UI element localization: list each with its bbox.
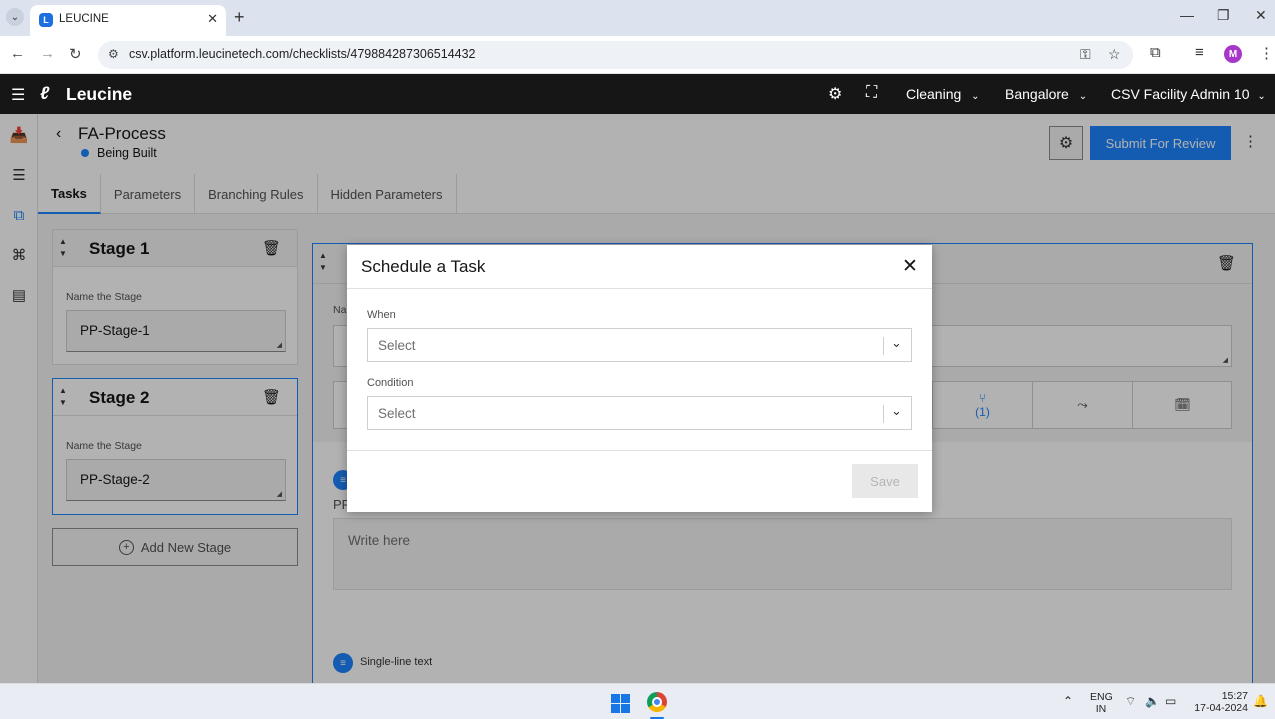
when-label: When — [367, 309, 396, 321]
tray-overflow-icon[interactable]: ⌃ — [1063, 694, 1073, 708]
minimize-icon[interactable]: — — [1180, 7, 1194, 23]
chevron-down-icon: ⌄ — [971, 91, 980, 102]
leucine-logo-icon: ℓ — [40, 83, 50, 103]
condition-select[interactable]: Select ⌄ — [367, 396, 912, 430]
user-dropdown[interactable]: CSV Facility Admin 10 ⌄ — [1111, 86, 1266, 102]
chevron-down-icon[interactable]: ⌄ — [891, 403, 902, 419]
clock-date: 17-04-2024 — [1194, 702, 1248, 714]
hamburger-menu-icon[interactable]: ☰ — [11, 85, 25, 105]
windows-start-icon[interactable] — [611, 694, 630, 713]
facility-process-label: Cleaning — [906, 86, 962, 102]
address-bar[interactable]: ⚙ csv.platform.leucinetech.com/checklist… — [98, 41, 1133, 69]
bookmark-star-icon[interactable]: ☆ — [1108, 46, 1121, 63]
browser-tab[interactable]: L LEUCINE ✕ — [30, 5, 226, 36]
select-divider — [883, 337, 884, 355]
facility-process-dropdown[interactable]: Cleaning ⌄ — [906, 86, 980, 102]
modal-footer-divider — [347, 450, 932, 451]
site-label: Bangalore — [1005, 86, 1069, 102]
chevron-down-icon: ⌄ — [1257, 91, 1266, 102]
lang-code: ENG — [1090, 691, 1113, 703]
media-controls-icon[interactable]: ≡ — [1195, 44, 1204, 61]
clock[interactable]: 15:27 17-04-2024 — [1188, 690, 1248, 714]
forward-icon[interactable]: → — [40, 45, 55, 62]
leucine-favicon-icon: L — [39, 13, 53, 27]
wifi-icon[interactable]: ⌔ — [1125, 694, 1136, 709]
condition-label: Condition — [367, 377, 414, 389]
select-divider — [883, 405, 884, 423]
password-key-icon[interactable]: ⚿ — [1080, 46, 1091, 63]
browser-menu-icon[interactable]: ⋮ — [1259, 44, 1274, 62]
browser-tab-bar: ⌄ L LEUCINE ✕ + — ❐ ✕ — [0, 0, 1275, 36]
tab-search-icon[interactable]: ⌄ — [6, 8, 24, 26]
back-icon[interactable]: ← — [10, 45, 25, 62]
lang-region: IN — [1095, 703, 1107, 715]
extensions-icon[interactable]: ⧉ — [1150, 44, 1161, 61]
brand-name: Leucine — [66, 84, 133, 104]
modal-header: Schedule a Task ✕ — [347, 245, 932, 289]
tab-title: LEUCINE — [59, 13, 109, 25]
os-taskbar: ⌃ ENG IN ⌔ 🔈 ▭ 15:27 17-04-2024 🔔 — [0, 683, 1275, 719]
chevron-down-icon: ⌄ — [1078, 91, 1088, 102]
new-tab-icon[interactable]: + — [234, 7, 245, 28]
window-close-icon[interactable]: ✕ — [1255, 7, 1267, 24]
restore-icon[interactable]: ❐ — [1217, 7, 1230, 24]
battery-icon[interactable]: ▭ — [1165, 694, 1176, 708]
notification-bell-icon[interactable]: 🔔 — [1253, 694, 1268, 708]
profile-avatar[interactable]: M — [1224, 45, 1242, 63]
save-button[interactable]: Save — [852, 464, 918, 498]
scan-icon[interactable]: ⛶ — [866, 84, 877, 102]
reload-icon[interactable]: ↻ — [69, 45, 82, 63]
condition-select-value: Select — [378, 406, 416, 421]
settings-gear-icon[interactable]: ⚙ — [828, 84, 842, 104]
schedule-task-modal: Schedule a Task ✕ When Select ⌄ Conditio… — [347, 245, 932, 512]
url-text[interactable]: csv.platform.leucinetech.com/checklists/… — [129, 47, 476, 61]
chrome-app-icon[interactable] — [647, 692, 667, 712]
app-header: ☰ ℓ Leucine ⚙ ⛶ Cleaning ⌄ Bangalore ⌄ C… — [0, 74, 1275, 114]
when-select[interactable]: Select ⌄ — [367, 328, 912, 362]
input-language[interactable]: ENG IN — [1090, 691, 1113, 715]
browser-toolbar: ← → ↻ ⚙ csv.platform.leucinetech.com/che… — [0, 36, 1275, 74]
modal-title: Schedule a Task — [361, 257, 486, 276]
tab-close-icon[interactable]: ✕ — [207, 11, 218, 27]
user-label: CSV Facility Admin 10 — [1111, 86, 1250, 102]
site-info-icon[interactable]: ⚙ — [108, 47, 119, 61]
close-icon[interactable]: ✕ — [902, 255, 918, 278]
chevron-down-icon[interactable]: ⌄ — [891, 335, 902, 351]
volume-icon[interactable]: 🔈 — [1145, 694, 1160, 708]
site-dropdown[interactable]: Bangalore ⌄ — [1005, 86, 1087, 102]
clock-time: 15:27 — [1221, 690, 1248, 702]
when-select-value: Select — [378, 338, 416, 353]
